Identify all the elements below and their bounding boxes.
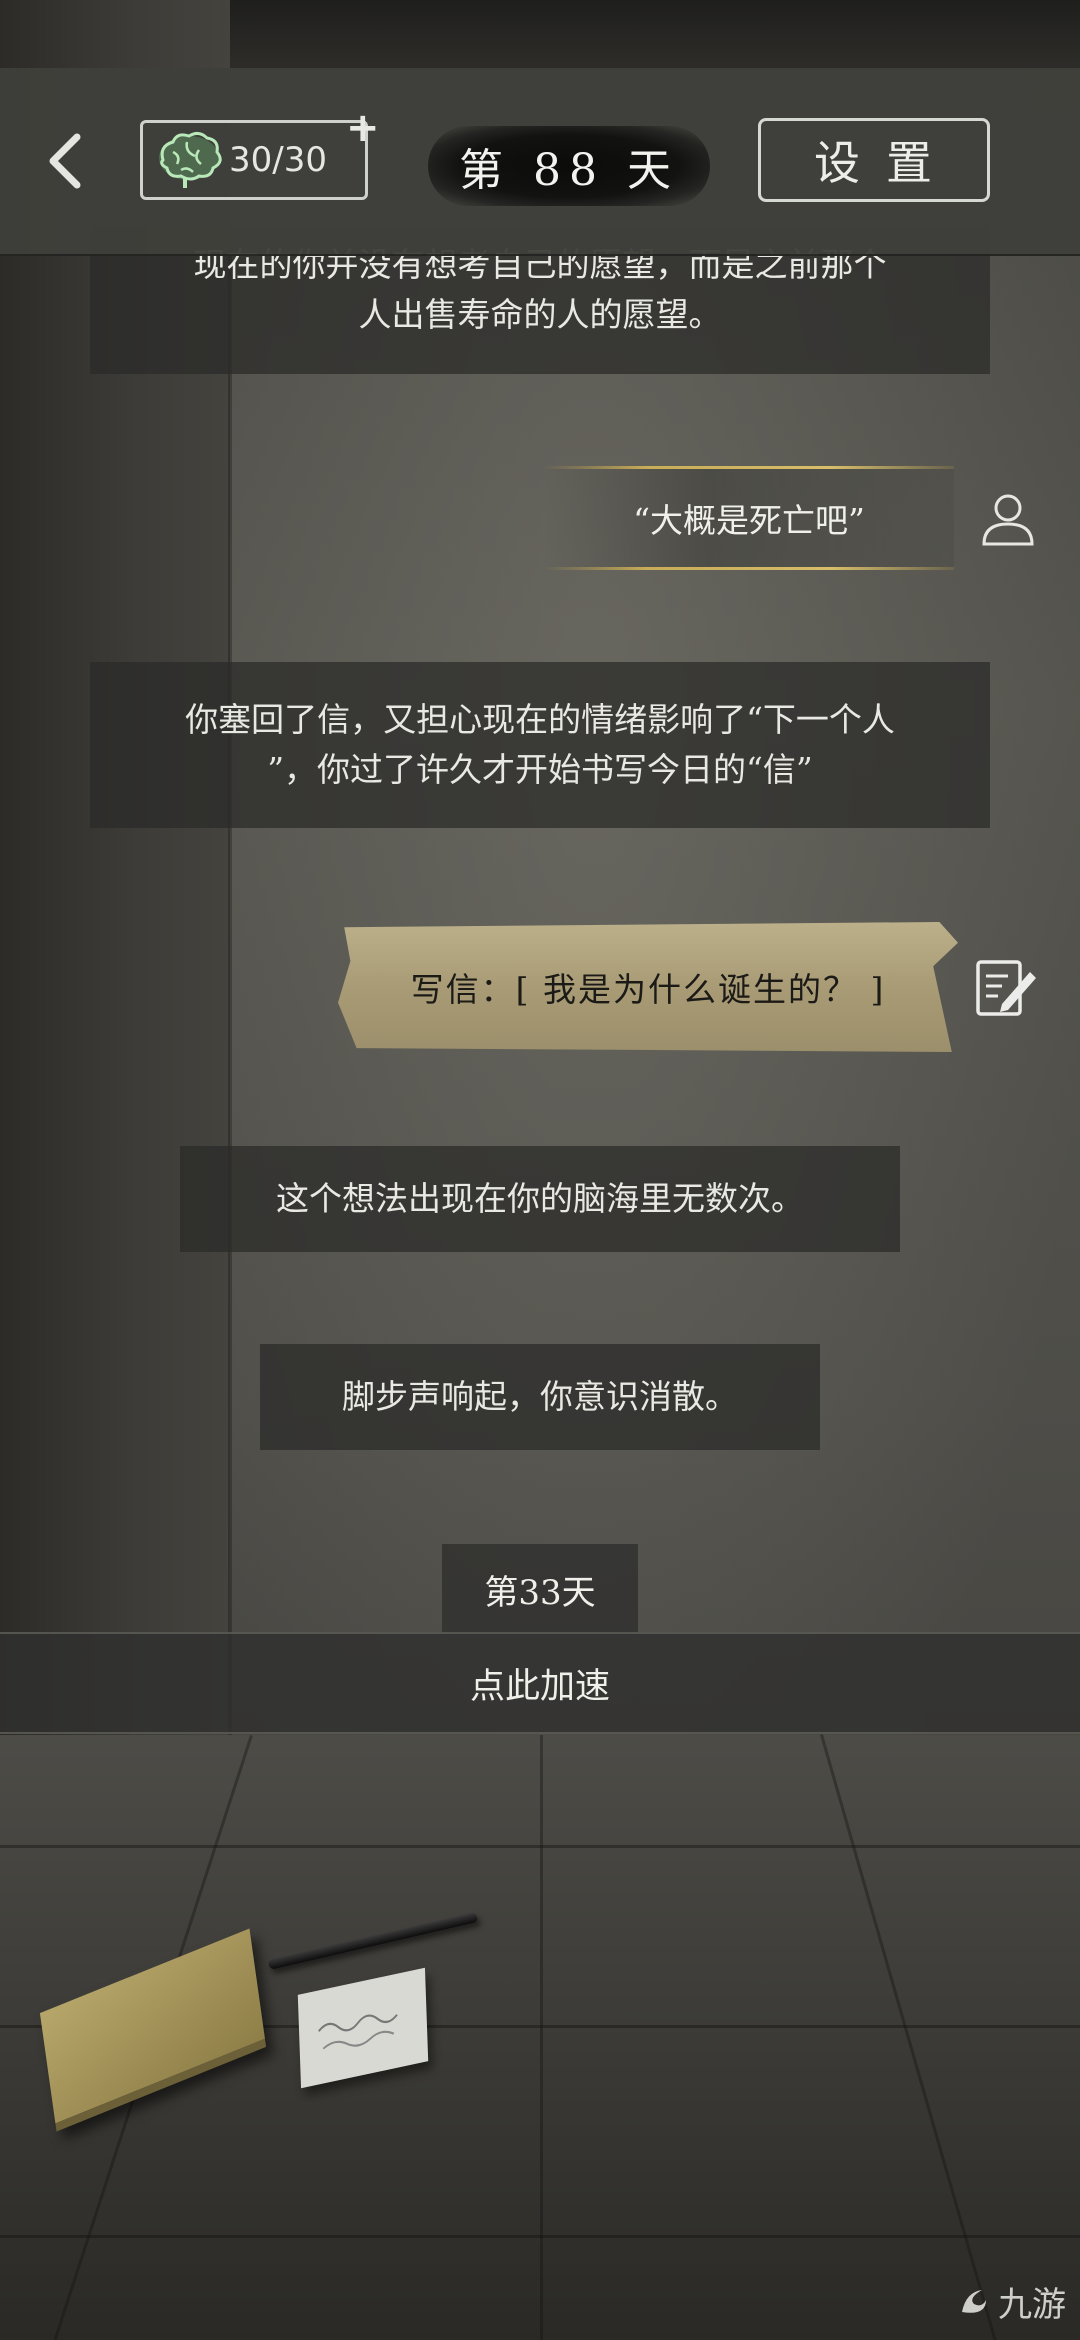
narration-box: 脚步声响起，你意识消散。	[260, 1344, 820, 1450]
plus-icon[interactable]: +	[346, 108, 380, 148]
narration-line: 脚步声响起，你意识消散。	[342, 1377, 738, 1416]
back-chevron-icon	[49, 133, 81, 189]
narration-line: 你塞回了信，又担心现在的情绪影响了“下一个人	[185, 700, 895, 739]
narration-line: 人出售寿命的人的愿望。	[358, 295, 722, 334]
write-letter-icon	[976, 960, 1036, 1016]
settings-button[interactable]: 设置	[758, 118, 990, 202]
choice-text: “大概是死亡吧”	[633, 501, 865, 540]
letter-paper: 写信：[ 我是为什么诞生的？ ]	[338, 922, 958, 1052]
floor-seam	[540, 1735, 543, 2340]
wall-corner	[228, 250, 232, 1750]
brain-value: 30/30	[229, 140, 327, 180]
brain-energy-counter[interactable]: 30/30	[140, 120, 368, 200]
back-button[interactable]	[38, 126, 92, 196]
brain-icon	[159, 131, 222, 188]
next-day-label: 第33天	[442, 1544, 638, 1634]
letter-text: 写信：[ 我是为什么诞生的？ ]	[410, 970, 886, 1009]
watermark-logo-icon	[962, 2289, 986, 2313]
narration-box: 你塞回了信，又担心现在的情绪影响了“下一个人 ”，你过了许久才开始书写今日的“信…	[90, 662, 990, 828]
floor-seam	[820, 1734, 1000, 2340]
day-label: 第 88 天	[459, 145, 679, 196]
narration-box: 这个想法出现在你的脑海里无数次。	[180, 1146, 900, 1252]
speed-up-button[interactable]: 点此加速	[0, 1632, 1080, 1734]
speed-up-label: 点此加速	[469, 1666, 610, 1707]
player-choice: “大概是死亡吧”	[544, 466, 954, 570]
top-bar: 30/30 + 第 88 天 设置	[0, 68, 1080, 256]
day-counter: 第 88 天	[428, 126, 710, 206]
narration-line: 这个想法出现在你的脑海里无数次。	[276, 1179, 804, 1218]
user-icon	[982, 494, 1034, 546]
watermark: 九游	[954, 2277, 1066, 2326]
watermark-text: 九游	[998, 2285, 1066, 2325]
narration-line: ”，你过了许久才开始书写今日的“信”	[267, 750, 813, 789]
